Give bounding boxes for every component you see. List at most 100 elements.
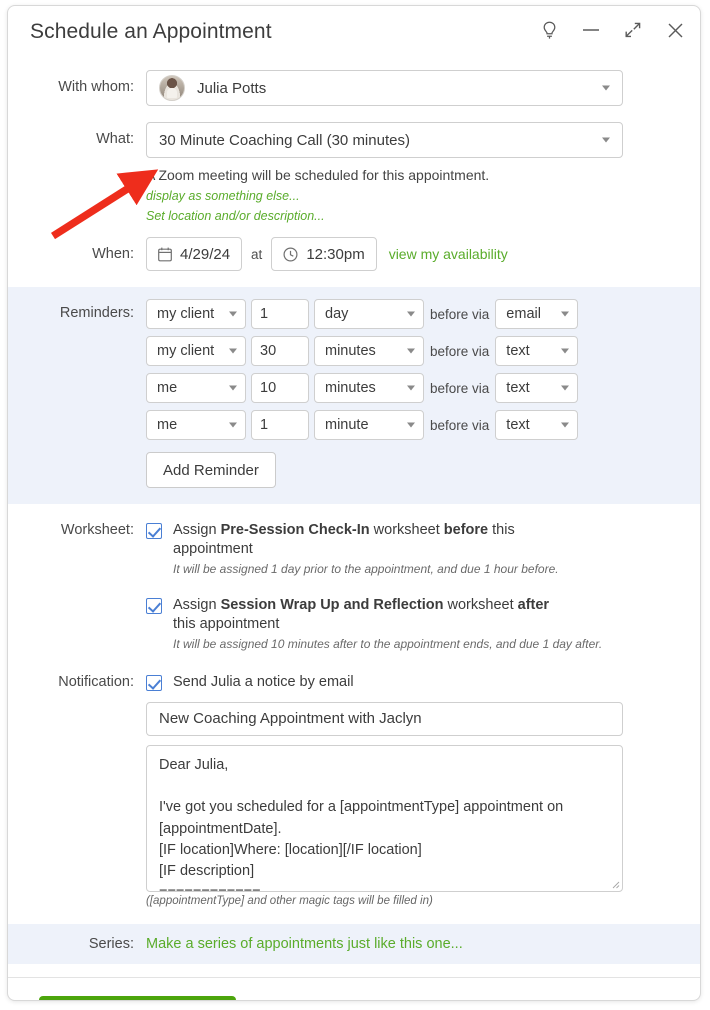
reminder-row: my client 1 day before via email	[146, 299, 583, 329]
clock-icon	[283, 246, 298, 262]
chevron-down-icon	[407, 422, 415, 428]
reminder-via-select[interactable]: text	[495, 373, 579, 403]
reminder-via-value: text	[506, 343, 530, 359]
schedule-appointment-button[interactable]: Schedule Appointment	[39, 995, 236, 1000]
reminder-via-value: email	[506, 306, 541, 322]
reminder-who-select[interactable]: me	[146, 373, 246, 403]
chevron-down-icon	[229, 311, 237, 317]
reminder-unit-select[interactable]: day	[314, 299, 424, 329]
notification-content: Send Julia a notice by email New Coachin…	[146, 673, 623, 907]
reminder-who-value: my client	[157, 306, 215, 322]
reminder-unit-value: minutes	[325, 380, 376, 396]
worksheet-text-pre: Assign	[173, 522, 221, 538]
dialog-footer: Schedule Appointment	[8, 976, 700, 1000]
reminder-who-value: me	[157, 417, 178, 433]
notification-subject-value: New Coaching Appointment with Jaclyn	[159, 710, 422, 728]
what-label: What:	[96, 131, 134, 147]
worksheet-before-checkbox[interactable]	[146, 523, 162, 539]
collapse-icon[interactable]	[622, 19, 644, 41]
worksheet-text-pre: Assign	[173, 597, 221, 614]
reminders-list: my client 1 day before via email my clie…	[146, 299, 583, 488]
time-input[interactable]: 12:30pm	[271, 237, 377, 271]
reminder-unit-select[interactable]: minute	[314, 410, 424, 440]
chevron-down-icon	[561, 385, 570, 391]
add-reminder-button[interactable]: Add Reminder	[146, 452, 276, 488]
reminder-unit-select[interactable]: minutes	[314, 336, 424, 366]
reminder-who-select[interactable]: me	[146, 410, 246, 440]
chevron-down-icon	[602, 137, 610, 143]
reminder-via-select[interactable]: text	[495, 336, 579, 366]
with-whom-row: With whom: Julia Potts	[8, 70, 700, 106]
notification-body-value: Dear Julia, I've got you scheduled for a…	[159, 756, 564, 891]
what-select[interactable]: 30 Minute Coaching Call (30 minutes)	[146, 122, 623, 158]
worksheet-after-checkbox[interactable]	[146, 598, 162, 615]
reminder-who-value: me	[157, 380, 178, 396]
worksheet-after-text: Assign Session Wrap Up and Reflection wo…	[173, 596, 573, 633]
reminder-row: my client 30 minutes before via text	[146, 336, 583, 366]
worksheet-items: Assign Pre-Session Check-In worksheet be…	[146, 521, 602, 651]
reminder-amount-input[interactable]: 30	[251, 336, 309, 366]
worksheet-item: Assign Pre-Session Check-In worksheet be…	[146, 521, 602, 576]
reminder-via-value: text	[506, 380, 530, 396]
reminder-row: me 1 minute before via text	[146, 410, 583, 440]
what-row: What: 30 Minute Coaching Call (30 minute…	[8, 122, 700, 223]
close-icon[interactable]	[664, 19, 686, 41]
worksheet-name: Session Wrap Up and Reflection	[220, 597, 444, 614]
calendar-icon	[158, 247, 172, 261]
date-value: 4/29/24	[180, 245, 231, 263]
series-label: Series:	[88, 935, 134, 952]
reminder-who-value: my client	[157, 343, 215, 359]
minimize-icon[interactable]	[580, 19, 602, 41]
worksheet-when: before	[443, 522, 489, 538]
reminder-unit-value: minutes	[325, 343, 376, 359]
series-panel: Series: Make a series of appointments ju…	[8, 923, 700, 964]
notification-body-textarea[interactable]: Dear Julia, I've got you scheduled for a…	[146, 744, 623, 892]
reminder-via-select[interactable]: email	[495, 299, 579, 329]
reminder-amount-input[interactable]: 1	[251, 299, 309, 329]
dialog-titlebar: Schedule an Appointment	[8, 6, 700, 62]
worksheet-before-note: It will be assigned 1 day prior to the a…	[173, 562, 559, 577]
worksheet-text-mid: worksheet	[443, 597, 518, 614]
before-via-label: before via	[430, 306, 490, 322]
worksheet-item: Assign Session Wrap Up and Reflection wo…	[146, 596, 602, 651]
when-row: When: 4/29/24 at 12:30pm view my availab…	[8, 237, 700, 271]
before-via-label: before via	[430, 380, 490, 396]
make-series-link[interactable]: Make a series of appointments just like …	[146, 936, 463, 952]
lightbulb-icon[interactable]	[538, 19, 560, 41]
worksheet-text-post: this appointment	[173, 615, 280, 632]
chevron-down-icon	[561, 422, 570, 428]
magic-tags-note: ([appointmentType] and other magic tags …	[146, 894, 433, 907]
worksheet-name: Pre-Session Check-In	[220, 522, 370, 538]
reminder-amount-input[interactable]: 10	[251, 373, 309, 403]
before-via-label: before via	[430, 343, 490, 359]
reminder-who-select[interactable]: my client	[146, 336, 246, 366]
reminder-via-select[interactable]: text	[495, 410, 579, 440]
chevron-down-icon	[229, 348, 237, 354]
date-input[interactable]: 4/29/24	[146, 237, 243, 271]
reminder-amount-value: 1	[260, 417, 269, 433]
worksheet-label: Worksheet:	[60, 522, 134, 538]
reminder-row: me 10 minutes before via text	[146, 373, 583, 403]
with-whom-label: With whom:	[58, 79, 134, 95]
worksheet-text-mid: worksheet	[369, 522, 444, 538]
with-whom-select[interactable]: Julia Potts	[146, 70, 623, 106]
avatar	[159, 75, 185, 101]
set-location-link[interactable]: Set location and/or description...	[146, 209, 623, 223]
view-availability-link[interactable]: view my availability	[389, 246, 508, 262]
reminder-amount-value: 30	[260, 343, 277, 359]
chevron-down-icon	[407, 385, 415, 391]
when-label: When:	[92, 246, 134, 262]
notification-subject-input[interactable]: New Coaching Appointment with Jaclyn	[146, 701, 623, 736]
reminder-who-select[interactable]: my client	[146, 299, 246, 329]
window-controls	[538, 19, 686, 41]
reminders-panel: Reminders: my client 1 day before via em…	[8, 287, 700, 504]
send-notice-checkbox[interactable]	[146, 675, 162, 692]
with-whom-value: Julia Potts	[197, 79, 267, 97]
reminder-amount-input[interactable]: 1	[251, 410, 309, 440]
chevron-down-icon	[407, 311, 415, 317]
reminder-unit-select[interactable]: minutes	[314, 373, 424, 403]
notification-label: Notification:	[58, 674, 134, 691]
display-as-link[interactable]: display as something else...	[146, 189, 623, 203]
schedule-appointment-dialog: Schedule an Appointment With whom: Julia…	[7, 5, 701, 1001]
reminder-via-value: text	[506, 417, 530, 433]
